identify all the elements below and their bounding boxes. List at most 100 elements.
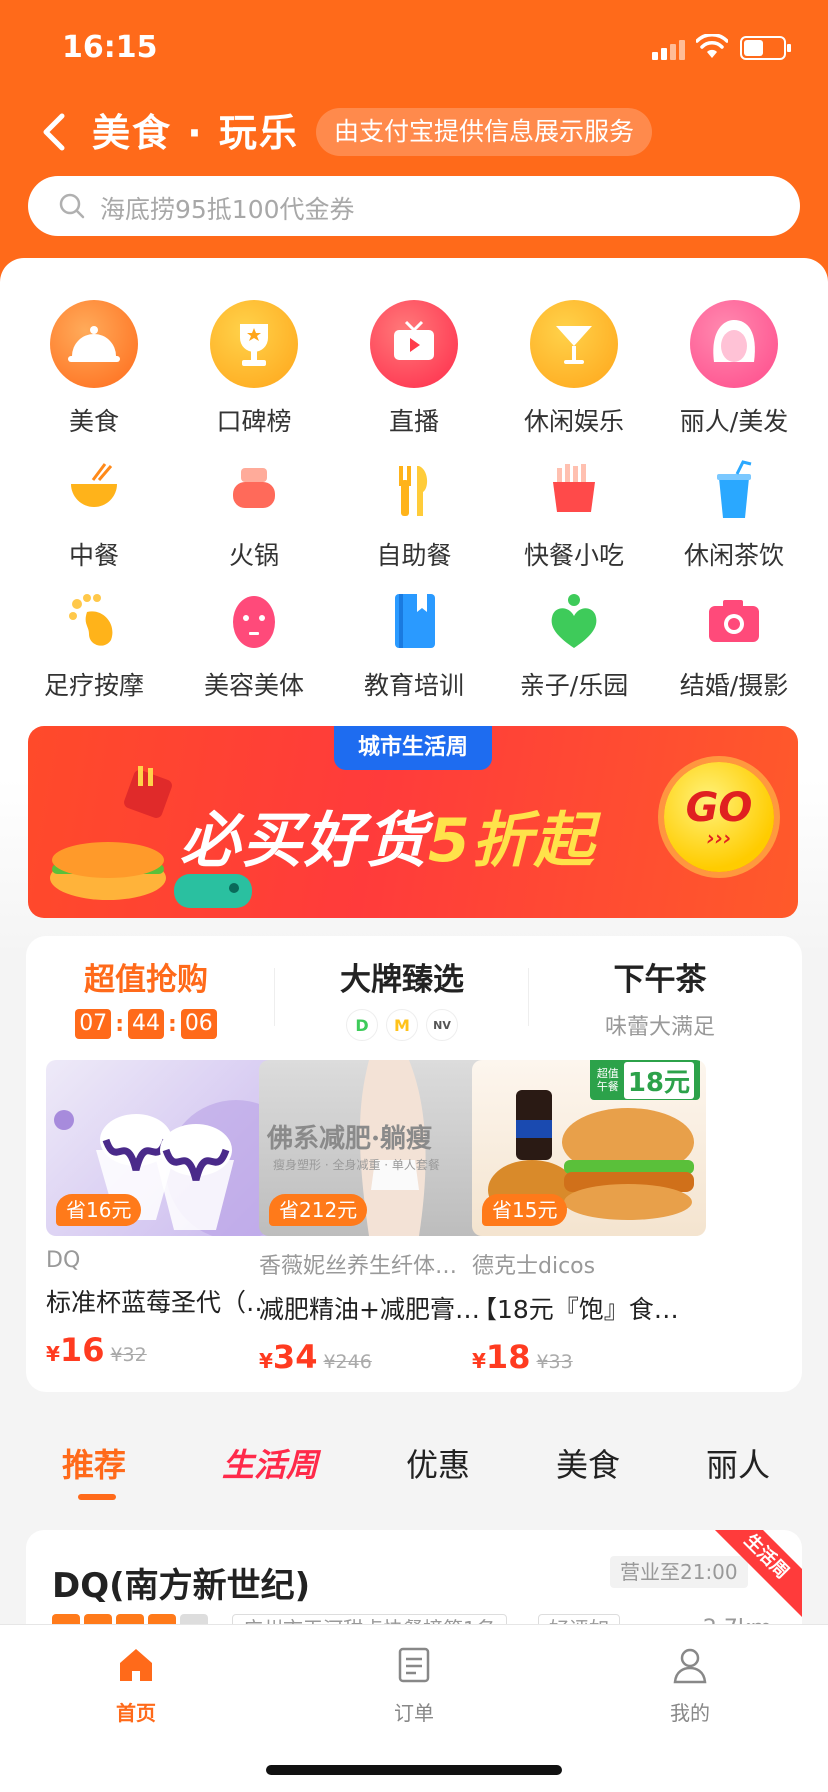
nav-orders[interactable]: 订单 <box>354 1645 474 1726</box>
product-price: ¥16 ¥32 <box>46 1331 147 1369</box>
deal-flash-sale-header[interactable]: 超值抢购 07 : 44 : 06 <box>26 954 266 1039</box>
product-shop: 香薇妮丝养生纤体… <box>259 1254 458 1279</box>
category-fastfood[interactable]: 快餐小吃 <box>494 460 654 572</box>
tab-discount[interactable]: 优惠 <box>406 1440 470 1486</box>
category-family-park[interactable]: 亲子/乐园 <box>494 590 654 702</box>
nav-profile[interactable]: 我的 <box>630 1645 750 1726</box>
status-bar: 16:15 <box>0 0 828 100</box>
category-beauty-body[interactable]: 美容美体 <box>174 590 334 702</box>
mcdonalds-logo-icon: M <box>386 1009 418 1041</box>
tab-beauty[interactable]: 丽人 <box>706 1440 770 1486</box>
nav-label: 订单 <box>394 1701 434 1725</box>
home-indicator <box>266 1765 562 1775</box>
timer-hours: 07 <box>75 1009 112 1039</box>
face-mask-icon <box>223 590 285 652</box>
product-image-text: 佛系减肥·躺瘦 <box>267 1124 433 1154</box>
search-input[interactable]: 海底捞95抵100代金券 <box>28 176 800 236</box>
category-label: 亲子/乐园 <box>519 671 629 700</box>
lunch-tag-small: 超值午餐 <box>596 1067 619 1093</box>
wifi-icon <box>696 34 728 58</box>
category-live[interactable]: 直播 <box>334 290 494 438</box>
burger-illustration-icon <box>50 766 172 900</box>
product-name: 减肥精油+减肥膏… <box>259 1295 480 1324</box>
fries-icon <box>543 460 605 522</box>
product-image: 省16元 <box>46 1060 280 1236</box>
product-image: 超值午餐 18元 省15元 <box>472 1060 706 1236</box>
home-icon <box>120 1649 152 1681</box>
category-label: 丽人/美发 <box>679 407 789 436</box>
tv-icon <box>370 300 458 388</box>
category-ranking[interactable]: 口碑榜 <box>174 290 334 438</box>
save-badge: 省212元 <box>269 1194 368 1226</box>
category-label: 美容美体 <box>203 671 304 700</box>
search-icon <box>59 193 85 219</box>
price-original: ¥32 <box>110 1344 147 1366</box>
product-name: 标准杯蓝莓圣代（… <box>46 1288 272 1317</box>
timer-seconds: 06 <box>180 1009 217 1039</box>
banner-headline-text: 必买好货 <box>180 806 428 876</box>
order-list-icon <box>398 1647 430 1683</box>
cellular-signal-icon <box>652 38 688 60</box>
product-shop: DQ <box>46 1248 81 1273</box>
category-chinese[interactable]: 中餐 <box>14 460 174 572</box>
page-title: 美食 · 玩乐 <box>92 111 299 155</box>
divider <box>528 968 529 1026</box>
cocktail-icon <box>530 300 618 388</box>
deal-brand-title: 大牌臻选 <box>340 962 464 998</box>
price-original: ¥33 <box>536 1351 573 1373</box>
book-icon <box>383 590 445 652</box>
product-card[interactable]: 佛系减肥·躺瘦 瘦身塑形 · 全身减重 · 单人套餐 省212元 香薇妮丝养生纤… <box>259 1060 493 1376</box>
dicos-logo-icon: D <box>346 1009 378 1041</box>
cloche-icon <box>50 300 138 388</box>
tab-food[interactable]: 美食 <box>556 1440 620 1486</box>
fork-knife-icon <box>383 460 445 522</box>
hotpot-icon <box>223 460 285 522</box>
go-arrows: ››› <box>706 826 732 850</box>
divider <box>274 968 275 1026</box>
category-label: 自助餐 <box>376 541 452 570</box>
category-foot-massage[interactable]: 足疗按摩 <box>14 590 174 702</box>
category-label: 美食 <box>68 407 119 436</box>
product-card[interactable]: 省16元 DQ 标准杯蓝莓圣代（… ¥16 ¥32 <box>46 1060 280 1369</box>
category-tea-drinks[interactable]: 休闲茶饮 <box>654 460 814 572</box>
category-label: 中餐 <box>68 541 119 570</box>
nav-home[interactable]: 首页 <box>76 1645 196 1726</box>
category-label: 教育培训 <box>363 671 464 700</box>
profile-icon <box>673 1648 707 1684</box>
nav-label: 我的 <box>670 1701 710 1725</box>
store-name: DQ(南方新世纪) <box>52 1566 311 1606</box>
deal-brand-header[interactable]: 大牌臻选 D M NV <box>282 954 522 1041</box>
category-hotpot[interactable]: 火锅 <box>174 460 334 572</box>
price-original: ¥246 <box>323 1351 372 1373</box>
nav-label: 首页 <box>116 1701 156 1725</box>
product-image-subtext: 瘦身塑形 · 全身减重 · 单人套餐 <box>273 1158 440 1172</box>
go-label: GO <box>685 785 753 831</box>
product-card[interactable]: 超值午餐 18元 省15元 德克士dicos 【18元『饱』食… ¥18 ¥33 <box>472 1060 706 1376</box>
category-beauty-hair[interactable]: 丽人/美发 <box>654 290 814 438</box>
promo-banner[interactable]: 城市生活周 必买好货5折起 GO ››› <box>28 726 798 918</box>
category-wedding-photo[interactable]: 结婚/摄影 <box>654 590 814 702</box>
category-education[interactable]: 教育培训 <box>334 590 494 702</box>
product-price: ¥18 ¥33 <box>472 1338 573 1376</box>
product-shop: 德克士dicos <box>472 1254 596 1279</box>
deal-afternoon-tea-header[interactable]: 下午茶 味蕾大满足 <box>540 954 780 1041</box>
product-image: 佛系减肥·躺瘦 瘦身塑形 · 全身减重 · 单人套餐 省212元 <box>259 1060 493 1236</box>
search-placeholder: 海底捞95抵100代金券 <box>100 195 355 224</box>
category-buffet[interactable]: 自助餐 <box>334 460 494 572</box>
back-button[interactable] <box>36 110 72 154</box>
woman-hair-icon <box>690 300 778 388</box>
category-label: 火锅 <box>228 541 279 570</box>
timer-minutes: 44 <box>128 1009 164 1039</box>
banner-headline-highlight: 5折起 <box>428 806 596 876</box>
active-tab-indicator <box>78 1494 116 1500</box>
category-food[interactable]: 美食 <box>14 290 174 438</box>
price-current: 18 <box>485 1338 531 1376</box>
tab-recommend[interactable]: 推荐 <box>62 1440 126 1486</box>
category-label: 休闲娱乐 <box>523 407 624 436</box>
category-label: 直播 <box>388 407 439 436</box>
banner-go-button[interactable]: GO ››› <box>664 762 774 872</box>
info-service-pill[interactable]: 由支付宝提供信息展示服务 <box>316 108 653 156</box>
tab-life-week[interactable]: 生活周 <box>222 1440 318 1486</box>
category-leisure[interactable]: 休闲娱乐 <box>494 290 654 438</box>
family-heart-icon <box>543 590 605 652</box>
